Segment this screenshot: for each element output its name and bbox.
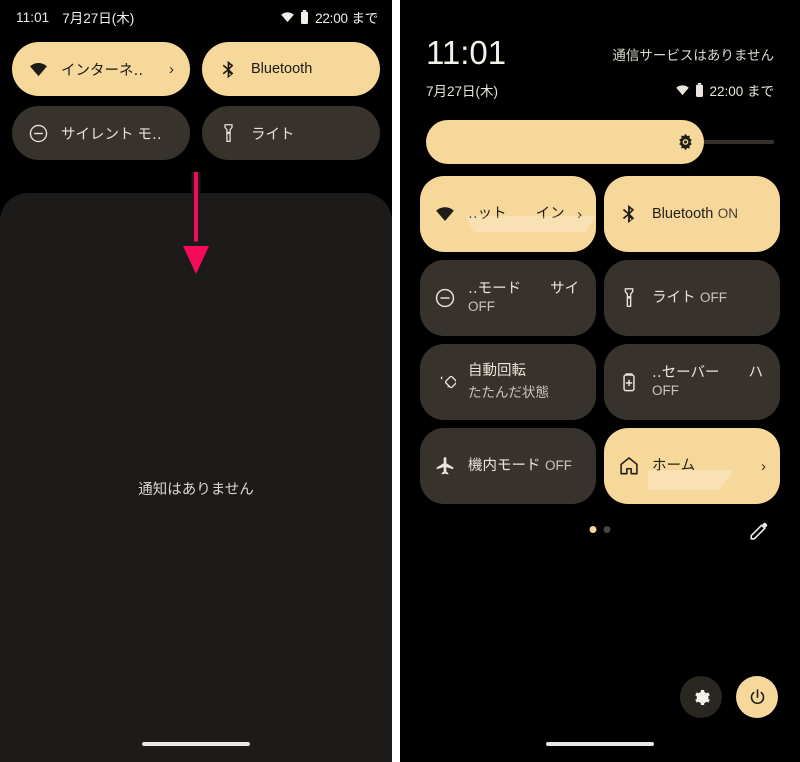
tile-auto-rotate[interactable]: 自動回転 たたんだ状態 xyxy=(420,344,596,420)
chevron-right-icon[interactable]: › xyxy=(169,62,174,77)
home-icon xyxy=(618,455,640,477)
brightness-fill xyxy=(426,120,705,164)
home-indicator[interactable] xyxy=(142,742,250,746)
battery-icon xyxy=(695,83,704,97)
battery-until-text: 22:00 まで xyxy=(709,84,774,99)
tile-subtitle: OFF xyxy=(699,289,727,305)
tile-bluetooth[interactable]: Bluetooth ON xyxy=(604,176,780,252)
power-button[interactable] xyxy=(736,676,778,718)
tile-text: ライト OFF xyxy=(652,289,766,307)
no-notifications-text: 通知はありません xyxy=(138,482,254,498)
header-status-icons: 22:00 まで xyxy=(675,80,774,100)
tile-home[interactable]: ホーム › xyxy=(604,428,780,504)
status-bar-date: 7月27日(木) xyxy=(62,11,135,26)
tile-text: 機内モード OFF xyxy=(468,457,582,475)
wifi-icon xyxy=(280,11,295,23)
clock: 11:01 xyxy=(426,34,507,71)
wifi-icon xyxy=(28,59,49,80)
tile-internet[interactable]: ‥ット イン › xyxy=(420,176,596,252)
tile-internet[interactable]: インターネ‥ › xyxy=(12,42,190,96)
wifi-icon xyxy=(675,84,690,96)
tile-title: ホーム xyxy=(652,457,696,474)
tile-flashlight[interactable]: ライト xyxy=(202,106,380,160)
tile-title: ‥モード サイ xyxy=(468,280,580,297)
auto-rotate-icon xyxy=(434,371,458,393)
date-text: 7月27日(木) xyxy=(426,84,499,99)
page-dot-1[interactable] xyxy=(589,526,597,533)
tile-label: ライト xyxy=(251,126,295,143)
status-bar-icons: 22:00 まで xyxy=(280,7,378,27)
tile-subtitle: OFF xyxy=(544,457,572,473)
brightness-icon xyxy=(676,133,695,152)
carrier-status-text: 通信サービスはありません xyxy=(612,48,774,63)
tile-title: ライト xyxy=(652,289,696,306)
wifi-icon xyxy=(434,203,456,225)
tile-label: Bluetooth xyxy=(251,61,313,77)
tile-text: ホーム xyxy=(652,457,749,475)
tile-label: インターネ‥ xyxy=(61,62,144,79)
tile-text: ‥ット イン xyxy=(468,205,565,223)
airplane-icon xyxy=(434,455,456,477)
page-indicator xyxy=(589,526,611,533)
tile-title: 機内モード xyxy=(468,457,541,474)
tile-subtitle: ON xyxy=(717,205,738,221)
quick-settings-actions xyxy=(680,676,778,718)
battery-saver-icon xyxy=(618,371,640,393)
do-not-disturb-icon xyxy=(28,123,49,144)
status-bar-time: 11:01 xyxy=(16,9,50,25)
chevron-right-icon[interactable]: › xyxy=(577,206,582,223)
do-not-disturb-icon xyxy=(434,287,456,309)
left-phone-screen: 11:01 7月27日(木) 22:00 まで インターネ‥ › Bluetoo… xyxy=(0,0,392,762)
swipe-down-arrow-annotation xyxy=(176,172,216,284)
tile-subtitle: OFF xyxy=(468,299,495,315)
quick-settings-compact: インターネ‥ › Bluetooth サイレント モ‥ ライト xyxy=(0,34,392,160)
settings-button[interactable] xyxy=(680,676,722,718)
tile-text: 自動回転 たたんだ状態 xyxy=(468,362,582,401)
panel-divider xyxy=(392,0,400,762)
tile-text: ‥モード サイ OFF xyxy=(468,280,582,316)
flashlight-icon xyxy=(618,287,640,309)
tile-title: ‥セーバー ハ xyxy=(652,364,764,381)
tile-text: Bluetooth ON xyxy=(652,205,766,223)
quick-settings-footer xyxy=(400,518,800,544)
edit-tiles-button[interactable] xyxy=(748,520,770,542)
tile-silent-mode[interactable]: ‥モード サイ OFF xyxy=(420,260,596,336)
battery-until-text: 22:00 まで xyxy=(315,11,378,26)
quick-settings-header: 11:01 通信サービスはありません 7月27日(木) 22:00 まで xyxy=(400,0,800,100)
home-indicator[interactable] xyxy=(546,742,654,746)
tile-title: ‥ット イン xyxy=(468,205,565,222)
tile-airplane-mode[interactable]: 機内モード OFF xyxy=(420,428,596,504)
tile-flashlight[interactable]: ライト OFF xyxy=(604,260,780,336)
flashlight-icon xyxy=(218,123,239,144)
battery-icon xyxy=(300,10,309,24)
tile-title: 自動回転 xyxy=(468,363,526,380)
status-bar: 11:01 7月27日(木) 22:00 まで xyxy=(0,0,392,34)
tile-text: ‥セーバー ハ OFF xyxy=(652,364,766,400)
tile-battery-saver[interactable]: ‥セーバー ハ OFF xyxy=(604,344,780,420)
tile-subtitle: たたんだ状態 xyxy=(468,384,549,400)
tile-bluetooth[interactable]: Bluetooth xyxy=(202,42,380,96)
tile-subtitle: OFF xyxy=(652,383,679,399)
tile-label: サイレント モ‥ xyxy=(61,126,162,143)
bluetooth-icon xyxy=(618,203,640,225)
page-dot-2[interactable] xyxy=(603,526,611,533)
tile-title: Bluetooth xyxy=(652,205,714,222)
chevron-right-icon[interactable]: › xyxy=(761,458,766,475)
right-phone-screen: 11:01 通信サービスはありません 7月27日(木) 22:00 まで ‥ット… xyxy=(400,0,800,762)
brightness-slider[interactable] xyxy=(426,120,774,164)
tile-silent-mode[interactable]: サイレント モ‥ xyxy=(12,106,190,160)
bluetooth-icon xyxy=(218,59,239,80)
screenshot-stage: 11:01 7月27日(木) 22:00 まで インターネ‥ › Bluetoo… xyxy=(0,0,800,762)
quick-settings-grid: ‥ット イン › Bluetooth ON ‥モード サイ OFF ライト OF… xyxy=(420,176,780,504)
